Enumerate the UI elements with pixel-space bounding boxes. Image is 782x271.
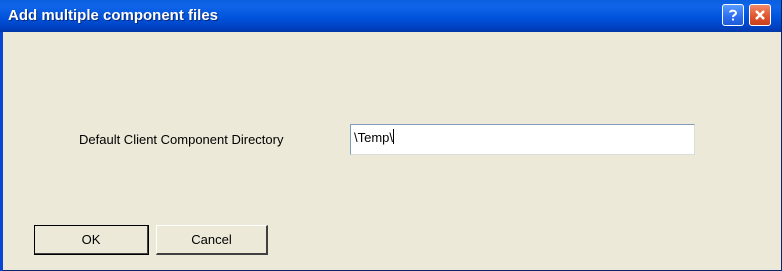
directory-label: Default Client Component Directory: [79, 132, 284, 147]
title-bar[interactable]: Add multiple component files: [0, 0, 781, 32]
dialog-window: Add multiple component files Default Cli…: [0, 0, 782, 271]
dialog-title: Add multiple component files: [8, 7, 219, 24]
window-frame-left: [0, 32, 3, 271]
ok-button[interactable]: OK: [34, 225, 149, 255]
cancel-button-label: Cancel: [191, 232, 232, 247]
ok-button-label: OK: [81, 232, 101, 247]
directory-input[interactable]: \Temp\: [350, 124, 695, 155]
close-button[interactable]: [749, 4, 771, 26]
question-mark-icon: [729, 9, 738, 21]
text-caret: [393, 129, 395, 144]
close-x-icon: [755, 10, 765, 20]
directory-input-value: \Temp\: [354, 130, 394, 145]
cancel-button[interactable]: Cancel: [156, 225, 268, 255]
help-button[interactable]: [722, 4, 744, 26]
